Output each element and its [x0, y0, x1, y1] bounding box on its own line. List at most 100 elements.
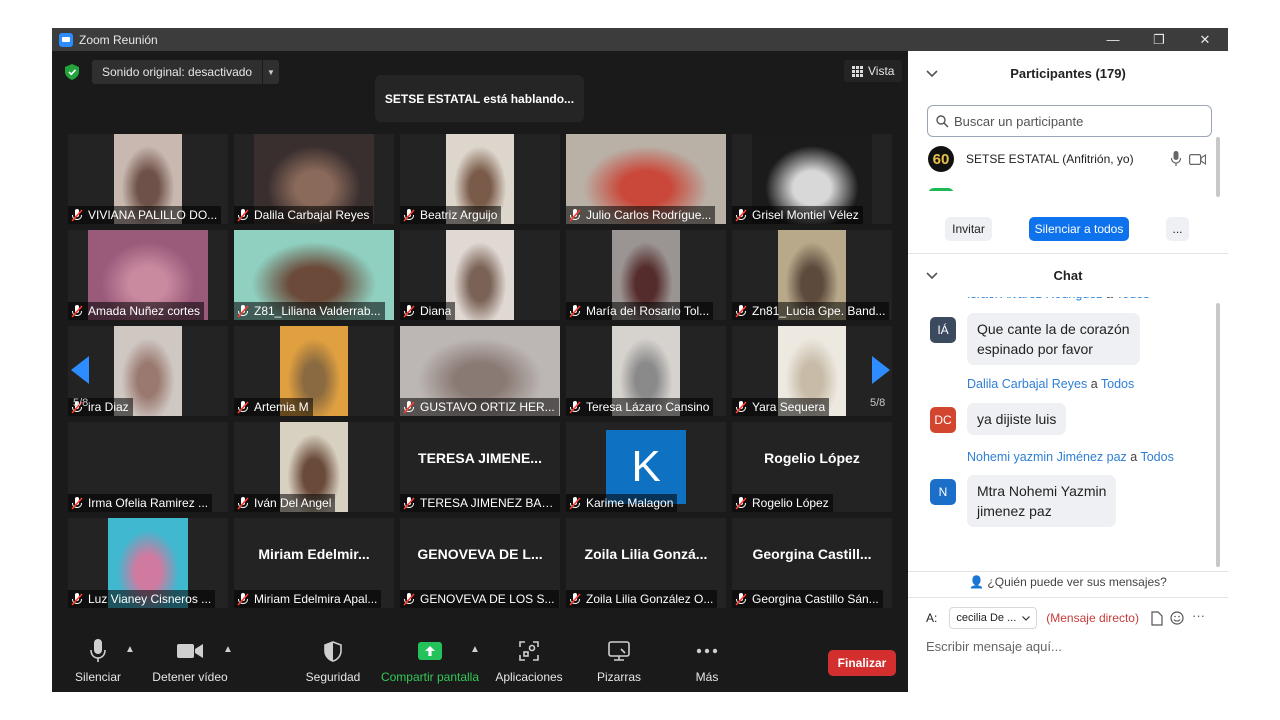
participant-video-tile[interactable]: Zn81_Lucia Gpe. Band...: [732, 230, 892, 320]
participant-display-name: Miriam Edelmir...: [258, 546, 370, 562]
muted-mic-icon: [735, 496, 747, 510]
participant-row-second[interactable]: 82455500740 ✗: [928, 187, 1208, 191]
participant-video-tile[interactable]: Iván Del Angel: [234, 422, 394, 512]
participant-video-tile[interactable]: GENOVEVA DE L... GENOVEVA DE LOS S...: [400, 518, 560, 608]
muted-mic-icon: [735, 592, 747, 606]
participant-name-label: Amada Nuñez cortes: [68, 302, 205, 320]
chat-message-line: ya dijiste luis: [977, 411, 1057, 427]
recipient-select[interactable]: cecilia De ...: [949, 607, 1038, 629]
participant-name-label: Z81_Liliana Valderrab...: [234, 302, 385, 320]
recipient-name: Todos: [1116, 297, 1149, 301]
close-button[interactable]: ✕: [1182, 28, 1228, 51]
participant-avatar: K: [606, 430, 686, 504]
participant-name-label: Artemia M: [234, 398, 313, 416]
participant-video-tile[interactable]: Z81_Liliana Valderrab...: [234, 230, 394, 320]
chat-message-sender[interactable]: Nohemi yazmin Jiménez paz a Todos: [967, 450, 1174, 464]
mute-all-button[interactable]: Silenciar a todos: [1029, 217, 1129, 241]
recipient-row: A: cecilia De ... (Mensaje directo) ···: [926, 606, 1216, 630]
original-sound-dropdown-icon[interactable]: ▼: [262, 60, 279, 84]
chat-more-icon[interactable]: ···: [1192, 608, 1205, 623]
minimize-button[interactable]: —: [1090, 28, 1136, 51]
participant-video-tile[interactable]: Miriam Edelmir... Miriam Edelmira Apal...: [234, 518, 394, 608]
participant-row-host[interactable]: 60 SETSE ESTATAL (Anfitrión, yo): [928, 145, 1208, 173]
muted-mic-icon: [403, 400, 415, 414]
who-can-see-messages[interactable]: 👤 ¿Quién puede ver sus mensajes?: [908, 575, 1228, 589]
participant-video-tile[interactable]: Artemia M: [234, 326, 394, 416]
participant-video-tile[interactable]: Yara Sequera: [732, 326, 892, 416]
participant-video-tile[interactable]: GUSTAVO ORTIZ HER...: [400, 326, 560, 416]
participant-video-tile[interactable]: Dalila Carbajal Reyes: [234, 134, 394, 224]
meeting-toolbar: Silenciar ▲ Detener vídeo ▲ Seguridad Co…: [52, 636, 908, 692]
participant-name-label: GENOVEVA DE LOS S...: [400, 590, 559, 608]
encryption-shield-icon[interactable]: [65, 64, 79, 80]
file-icon[interactable]: [1151, 611, 1163, 626]
audio-options-caret-icon[interactable]: ▲: [125, 644, 135, 655]
sender-name: Nohemi yazmin Jiménez paz: [967, 450, 1127, 464]
previous-page-arrow-icon[interactable]: [71, 356, 89, 384]
view-button[interactable]: Vista: [844, 60, 903, 82]
restore-button[interactable]: ❐: [1136, 28, 1182, 51]
participant-name-label: María del Rosario Tol...: [566, 302, 714, 320]
invite-button[interactable]: Invitar: [945, 217, 992, 241]
participant-video-tile[interactable]: ira Diaz: [68, 326, 228, 416]
participant-search-input[interactable]: Buscar un participante: [927, 105, 1212, 137]
participants-header: Participantes (179): [908, 51, 1228, 95]
participant-video-tile[interactable]: Irma Ofelia Ramirez ...: [68, 422, 228, 512]
end-meeting-button[interactable]: Finalizar: [828, 650, 896, 676]
participant-name-label: Beatriz Arguijo: [400, 206, 502, 224]
participant-video-tile[interactable]: Diana: [400, 230, 560, 320]
participant-video-tile[interactable]: Georgina Castill... Georgina Castillo Sán…: [732, 518, 892, 608]
collapse-participants-chevron-icon[interactable]: [926, 70, 938, 78]
collapse-chat-chevron-icon[interactable]: [926, 272, 938, 280]
chat-scrollbar[interactable]: [1216, 303, 1220, 567]
original-sound-button[interactable]: Sonido original: desactivado ▼: [92, 60, 279, 84]
mic-icon[interactable]: [1171, 151, 1181, 166]
chat-compose-input[interactable]: Escribir mensaje aquí...: [926, 639, 1062, 654]
participant-name-label: Karime Malagon: [566, 494, 678, 512]
stop-video-button[interactable]: Detener vídeo: [150, 636, 230, 684]
participant-name: VIVIANA PALILLO DO...: [88, 208, 218, 222]
participant-video-tile[interactable]: Rogelio López Rogelio López: [732, 422, 892, 512]
host-name: SETSE ESTATAL (Anfitrión, yo): [966, 152, 1134, 166]
participant-video-tile[interactable]: Zoila Lilia Gonzá... Zoila Lilia González…: [566, 518, 726, 608]
participant-video-tile[interactable]: Teresa Lázaro Cansino: [566, 326, 726, 416]
meeting-area: Sonido original: desactivado ▼ SETSE EST…: [52, 51, 908, 692]
participant-video-tile[interactable]: VIVIANA PALILLO DO...: [68, 134, 228, 224]
participant-video-tile[interactable]: Beatriz Arguijo: [400, 134, 560, 224]
participant-name: TERESA JIMENEZ BAR...: [420, 496, 556, 510]
participant-video-tile[interactable]: Grisel Montiel Vélez: [732, 134, 892, 224]
chat-messages: Israel Alvarez Rodriguez a Todos IÁ Que ca…: [908, 297, 1218, 567]
connector: a: [1106, 297, 1113, 301]
participant-video-tile[interactable]: Luz Vianey Cisneros ...: [68, 518, 228, 608]
participant-video-tile[interactable]: K Karime Malagon: [566, 422, 726, 512]
side-panel: Participantes (179) Buscar un participan…: [908, 51, 1228, 692]
zoom-window: Zoom Reunión — ❐ ✕ Sonido original: desa…: [52, 28, 1228, 692]
share-screen-button[interactable]: Compartir pantalla: [378, 636, 482, 684]
security-button[interactable]: Seguridad: [304, 636, 362, 684]
chat-message-bubble: Que cante la de corazón espinado por favo…: [967, 313, 1140, 365]
participant-video-tile[interactable]: Julio Carlos Rodrígue...: [566, 134, 726, 224]
share-options-caret-icon[interactable]: ▲: [470, 644, 480, 655]
muted-mic-icon: [569, 304, 581, 318]
video-options-caret-icon[interactable]: ▲: [223, 644, 233, 655]
participant-avatar: [928, 188, 954, 191]
participant-search-placeholder: Buscar un participante: [954, 113, 1084, 129]
host-avatar: 60: [928, 146, 954, 172]
muted-mic-icon: [237, 592, 249, 606]
camera-icon[interactable]: [1189, 154, 1206, 165]
mute-button[interactable]: Silenciar: [70, 636, 126, 684]
next-page-arrow-icon[interactable]: [872, 356, 890, 384]
muted-mic-icon: [237, 496, 249, 510]
whiteboards-button[interactable]: Pizarras: [590, 636, 648, 684]
participants-more-button[interactable]: ...: [1166, 217, 1189, 241]
more-button[interactable]: Más: [682, 636, 732, 684]
participant-name: María del Rosario Tol...: [586, 304, 710, 318]
participant-video-tile[interactable]: TERESA JIMENE... TERESA JIMENEZ BAR...: [400, 422, 560, 512]
chat-message-sender[interactable]: Israel Alvarez Rodriguez a Todos: [967, 297, 1150, 301]
chat-message-sender[interactable]: Dalila Carbajal Reyes a Todos: [967, 377, 1134, 391]
emoji-icon[interactable]: [1170, 611, 1184, 625]
participant-video-tile[interactable]: María del Rosario Tol...: [566, 230, 726, 320]
participants-scrollbar[interactable]: [1216, 137, 1220, 197]
participant-video-tile[interactable]: Amada Nuñez cortes: [68, 230, 228, 320]
apps-button[interactable]: Aplicaciones: [492, 636, 566, 684]
